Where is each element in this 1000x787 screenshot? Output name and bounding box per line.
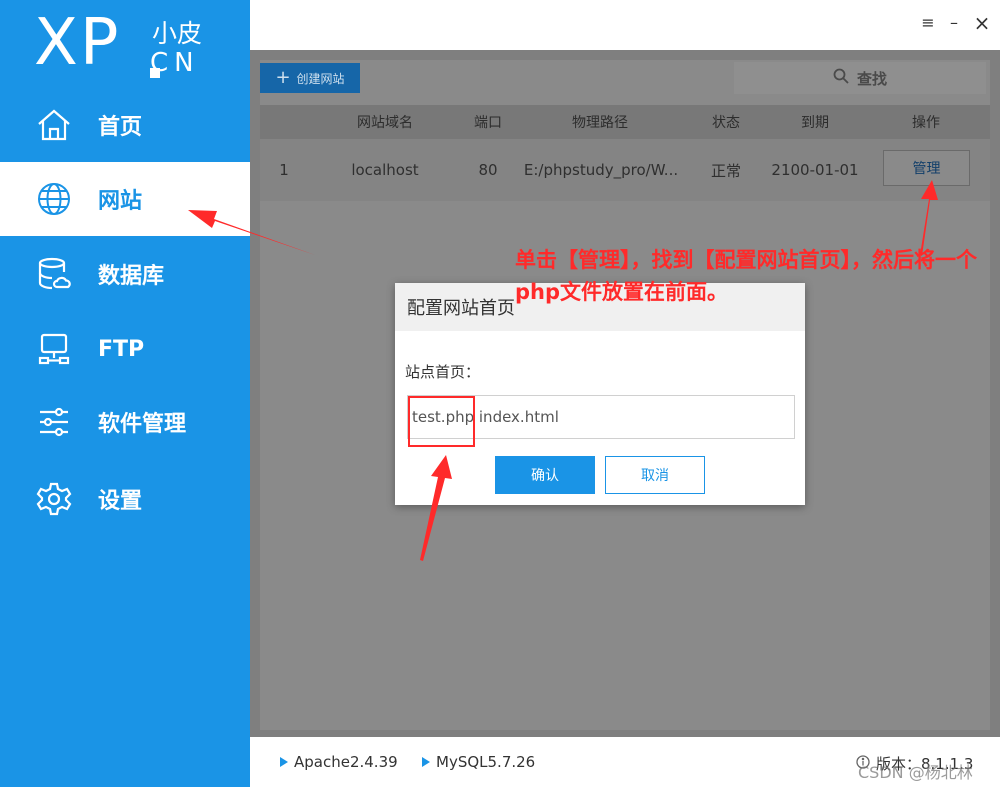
cancel-button[interactable]: 取消 — [605, 456, 705, 494]
plus-icon: + — [275, 67, 291, 88]
minimize-button[interactable]: – — [944, 12, 964, 34]
sidebar-item-home[interactable]: 首页 — [0, 88, 250, 162]
row-port: 80 — [478, 161, 498, 179]
sidebar-item-software[interactable]: 软件管理 — [0, 385, 250, 459]
search-icon — [833, 68, 849, 88]
row-expiry: 2100-01-01 — [771, 161, 859, 179]
play-icon — [422, 757, 430, 767]
table-header: 网站域名 端口 物理路径 状态 到期 操作 — [260, 105, 990, 139]
annotation-text: 单击【管理】，找到【配置网站首页】，然后将一个php文件放置在前面。 — [515, 248, 977, 304]
create-website-label: 创建网站 — [296, 71, 345, 86]
logo-cn-bottom: CN — [150, 48, 200, 78]
apache-label: Apache2.4.39 — [294, 753, 398, 771]
column-header-expiry: 到期 — [801, 115, 829, 131]
sidebar-item-ftp[interactable]: FTP — [0, 312, 250, 386]
close-button[interactable]: × — [972, 12, 992, 34]
database-icon — [36, 256, 72, 292]
sidebar-item-label: 数据库 — [98, 264, 165, 289]
column-header-domain: 网站域名 — [357, 115, 413, 131]
sliders-icon — [36, 404, 72, 440]
table-row: 1 localhost 80 E:/phpstudy_pro/W... 正常 2… — [260, 139, 990, 201]
ftp-server-icon — [36, 331, 72, 367]
row-path: E:/phpstudy_pro/W... — [523, 161, 679, 179]
logo-cn-top: 小皮 — [152, 19, 203, 48]
config-homepage-dialog: 配置网站首页 站点首页： 确认 取消 — [395, 283, 805, 505]
sidebar-item-label: 网站 — [98, 189, 143, 214]
search-box[interactable]: 查找 — [734, 62, 986, 94]
homepage-label: 站点首页： — [405, 363, 481, 381]
annotation-highlight-box — [408, 396, 475, 447]
sidebar: XP 小皮 CN 首页 网站 数据库 FTP 软件管理 设置 — [0, 0, 250, 787]
row-status: 正常 — [710, 161, 741, 180]
row-domain: localhost — [351, 161, 419, 179]
home-icon — [36, 107, 72, 143]
confirm-button[interactable]: 确认 — [495, 456, 595, 494]
app-logo: XP 小皮 CN — [34, 6, 234, 82]
title-bar: ≡ – × — [250, 0, 1000, 50]
sidebar-item-label: 软件管理 — [98, 412, 187, 437]
create-website-button[interactable]: + 创建网站 — [260, 63, 360, 93]
sidebar-item-label: 首页 — [98, 115, 143, 140]
mysql-label: MySQL5.7.26 — [436, 753, 536, 771]
status-bar: Apache2.4.39 MySQL5.7.26 版本：8.1.1.3 CSDN… — [250, 737, 1000, 787]
sidebar-item-label: FTP — [98, 336, 145, 362]
column-header-path: 物理路径 — [572, 115, 628, 131]
watermark: CSDN @杨北林 — [858, 763, 973, 782]
sidebar-item-settings[interactable]: 设置 — [0, 462, 250, 536]
manage-button[interactable]: 管理 — [883, 150, 970, 186]
sidebar-item-website[interactable]: 网站 — [0, 162, 250, 236]
menu-icon[interactable]: ≡ — [918, 12, 938, 34]
column-header-action: 操作 — [912, 115, 940, 131]
sidebar-item-label: 设置 — [98, 489, 143, 514]
gear-icon — [36, 481, 72, 517]
sidebar-item-database[interactable]: 数据库 — [0, 237, 250, 311]
row-index: 1 — [279, 161, 289, 179]
column-header-status: 状态 — [712, 115, 740, 131]
apache-status[interactable]: Apache2.4.39 — [280, 753, 398, 771]
column-header-port: 端口 — [474, 115, 502, 131]
mysql-status[interactable]: MySQL5.7.26 — [422, 753, 535, 771]
globe-icon — [36, 181, 72, 217]
logo-xp: XP — [34, 6, 121, 80]
search-label: 查找 — [856, 69, 887, 88]
play-icon — [280, 757, 288, 767]
